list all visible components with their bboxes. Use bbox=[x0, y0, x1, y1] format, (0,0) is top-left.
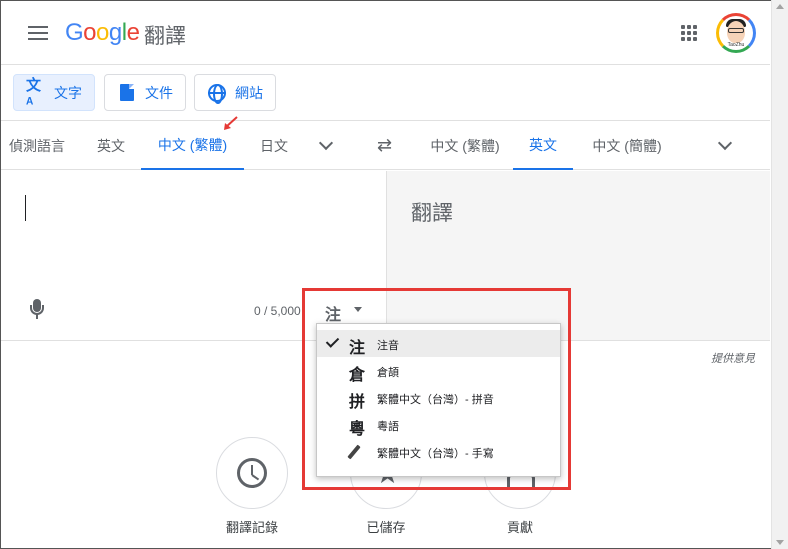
source-lang-japanese[interactable]: 日文 bbox=[249, 122, 299, 170]
pencil-icon bbox=[347, 444, 361, 460]
language-bar: 偵測語言 英文 中文 (繁體) 日文 ⇄ 中文 (繁體) 英文 中文 (簡體) bbox=[1, 122, 770, 170]
swap-languages-icon[interactable]: ⇄ bbox=[377, 136, 397, 154]
contribute-label: 貢獻 bbox=[506, 520, 533, 535]
ime-option-zhuyin[interactable]: 注 注音 bbox=[317, 330, 560, 357]
avatar-tag: TaoZhu bbox=[727, 42, 745, 48]
globe-icon bbox=[207, 83, 227, 104]
ime-option-label: 注音 bbox=[377, 340, 399, 352]
vertical-scrollbar[interactable] bbox=[771, 0, 788, 549]
ime-option-cangjie[interactable]: 倉 倉頡 bbox=[317, 357, 560, 384]
history-label: 翻譯記錄 bbox=[225, 520, 278, 535]
text-cursor bbox=[25, 195, 26, 221]
send-feedback-link[interactable]: 提供意見 bbox=[711, 350, 755, 366]
ime-option-cantonese[interactable]: 粵 粵語 bbox=[317, 411, 560, 438]
ime-option-label: 繁體中文（台灣）- 拼音 bbox=[377, 394, 494, 406]
saved-label: 已儲存 bbox=[366, 520, 406, 535]
header: Google 翻譯 TaoZhu bbox=[1, 1, 770, 65]
ime-glyph: 拼 bbox=[349, 394, 366, 411]
main-menu-icon[interactable] bbox=[28, 26, 48, 40]
apps-grid-icon[interactable] bbox=[681, 25, 697, 41]
ime-option-pinyin[interactable]: 拼 繁體中文（台灣）- 拼音 bbox=[317, 384, 560, 411]
history-icon bbox=[237, 458, 267, 488]
mode-document-button[interactable]: 文件 bbox=[104, 74, 186, 111]
account-avatar[interactable]: TaoZhu bbox=[716, 13, 756, 53]
translation-placeholder: 翻譯 bbox=[411, 202, 453, 225]
target-lang-chinese-simplified[interactable]: 中文 (簡體) bbox=[581, 122, 673, 170]
target-lang-chinese-traditional[interactable]: 中文 (繁體) bbox=[419, 122, 511, 170]
ime-glyph: 注 bbox=[349, 340, 366, 357]
source-lang-detect[interactable]: 偵測語言 bbox=[1, 122, 73, 170]
mode-text-label: 文字 bbox=[54, 84, 82, 101]
ime-glyph: 倉 bbox=[349, 367, 366, 384]
microphone-icon[interactable] bbox=[29, 299, 45, 321]
source-lang-english[interactable]: 英文 bbox=[81, 122, 141, 170]
history-button[interactable] bbox=[216, 437, 288, 509]
scroll-up-icon[interactable] bbox=[776, 4, 784, 9]
mode-document-label: 文件 bbox=[145, 84, 173, 101]
character-counter: 0 / 5,000 bbox=[254, 304, 301, 318]
product-name: 翻譯 bbox=[144, 25, 186, 48]
target-lang-english[interactable]: 英文 bbox=[513, 122, 573, 170]
document-icon bbox=[117, 83, 137, 103]
ime-option-label: 倉頡 bbox=[377, 367, 399, 379]
ime-option-label: 繁體中文（台灣）- 手寫 bbox=[377, 448, 494, 460]
scroll-down-icon[interactable] bbox=[776, 540, 784, 545]
ime-option-label: 粵語 bbox=[377, 421, 399, 433]
mode-website-button[interactable]: 網站 bbox=[194, 74, 276, 111]
google-logo[interactable]: Google bbox=[65, 19, 140, 47]
target-more-languages-icon[interactable] bbox=[718, 138, 732, 152]
ime-glyph: 粵 bbox=[349, 421, 366, 438]
check-icon bbox=[325, 335, 339, 349]
source-more-languages-icon[interactable] bbox=[319, 138, 333, 152]
input-method-menu: 注 注音 倉 倉頡 拼 繁體中文（台灣）- 拼音 粵 粵語 繁體中文（台灣）- … bbox=[316, 323, 561, 477]
ime-option-handwriting[interactable]: 繁體中文（台灣）- 手寫 bbox=[317, 438, 560, 465]
translate-icon: 文ᴬ bbox=[26, 76, 42, 112]
mode-website-label: 網站 bbox=[235, 84, 263, 101]
mode-toolbar: 文ᴬ 文字 文件 網站 bbox=[1, 66, 770, 121]
mode-text-button[interactable]: 文ᴬ 文字 bbox=[13, 74, 95, 112]
annotation-arrow-icon bbox=[224, 116, 238, 130]
history-item[interactable]: 翻譯記錄 bbox=[216, 437, 288, 535]
